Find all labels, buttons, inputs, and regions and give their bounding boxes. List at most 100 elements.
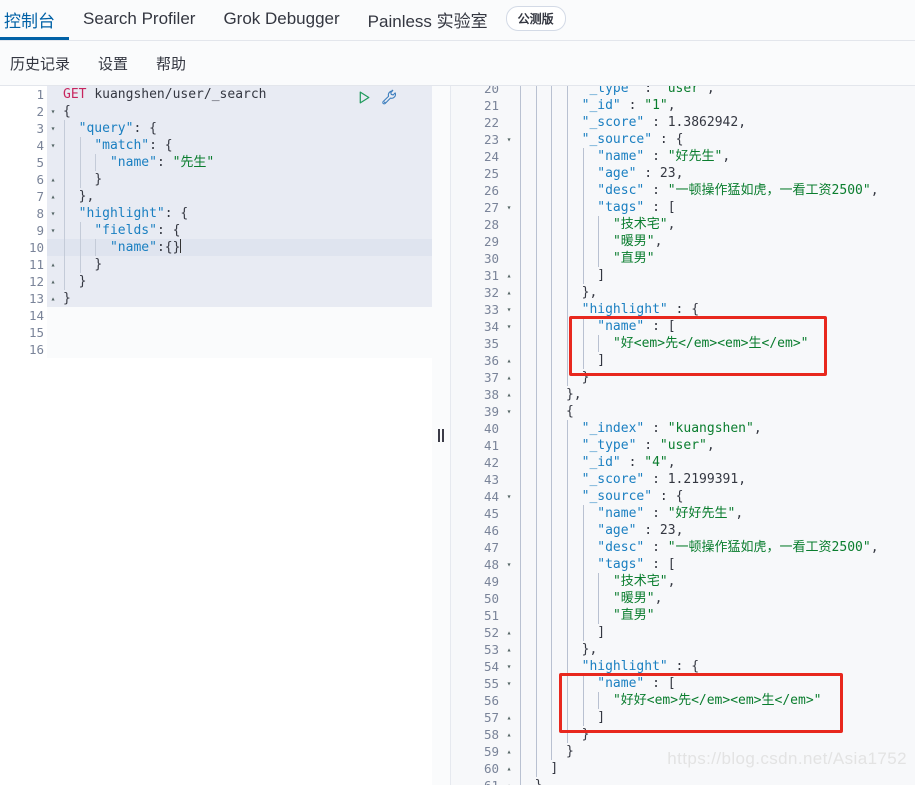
fold-toggle-icon-32[interactable]: ▴	[503, 284, 515, 301]
response-line-49[interactable]: 49 "技术宅",	[451, 573, 915, 590]
fold-toggle-icon-27[interactable]: ▾	[503, 199, 515, 216]
tab-painless-lab[interactable]: Painless 实验室	[354, 1, 502, 40]
play-icon[interactable]	[357, 90, 372, 105]
fold-toggle-icon-23[interactable]: ▾	[503, 131, 515, 148]
request-line-13[interactable]: 13 ▴}	[0, 290, 432, 307]
response-line-21[interactable]: 21 "_id" : "1",	[451, 97, 915, 114]
fold-toggle-icon-37[interactable]: ▴	[503, 369, 515, 386]
response-line-26[interactable]: 26 "desc" : "一顿操作猛如虎，一看工资2500",	[451, 182, 915, 199]
tab-grok-debugger[interactable]: Grok Debugger	[209, 1, 353, 40]
response-line-25[interactable]: 25 "age" : 23,	[451, 165, 915, 182]
fold-toggle-icon-61[interactable]: ▴	[503, 777, 515, 785]
response-line-32[interactable]: 32 ▴ },	[451, 284, 915, 301]
fold-toggle-icon-34[interactable]: ▾	[503, 318, 515, 335]
request-line-4[interactable]: 4 ▾ "match": {	[0, 137, 432, 154]
response-line-44[interactable]: 44 ▾ "_source" : {	[451, 488, 915, 505]
request-line-6[interactable]: 6 ▴ }	[0, 171, 432, 188]
request-line-3[interactable]: 3 ▾ "query": {	[0, 120, 432, 137]
request-pane[interactable]: 1 GET kuangshen/user/_search 2 ▾{3 ▾ "query"…	[0, 86, 432, 785]
response-line-57[interactable]: 57 ▴ ]	[451, 709, 915, 726]
request-line-11[interactable]: 11 ▴ }	[0, 256, 432, 273]
request-line-15[interactable]: 15	[0, 324, 432, 341]
request-line-10[interactable]: 10 "name":{}	[0, 239, 432, 256]
request-code-area[interactable]: 1 GET kuangshen/user/_search 2 ▾{3 ▾ "query"…	[0, 86, 432, 785]
request-line-7[interactable]: 7 ▴ },	[0, 188, 432, 205]
fold-toggle-icon-59[interactable]: ▴	[503, 743, 515, 760]
request-line-9[interactable]: 9 ▾ "fields": {	[0, 222, 432, 239]
subnav-item-settings[interactable]: 设置	[92, 49, 134, 78]
response-line-23[interactable]: 23 ▾ "_source" : {	[451, 131, 915, 148]
pane-splitter[interactable]	[432, 86, 451, 785]
fold-toggle-icon-54[interactable]: ▾	[503, 658, 515, 675]
response-line-47[interactable]: 47 "desc" : "一顿操作猛如虎，一看工资2500",	[451, 539, 915, 556]
fold-toggle-icon-58[interactable]: ▴	[503, 726, 515, 743]
fold-toggle-icon-48[interactable]: ▾	[503, 556, 515, 573]
fold-toggle-icon-12[interactable]: ▴	[47, 273, 59, 290]
response-line-51[interactable]: 51 "直男"	[451, 607, 915, 624]
response-line-28[interactable]: 28 "技术宅",	[451, 216, 915, 233]
tab-console[interactable]: 控制台	[0, 1, 69, 40]
fold-toggle-icon-6[interactable]: ▴	[47, 171, 59, 188]
response-line-22[interactable]: 22 "_score" : 1.3862942,	[451, 114, 915, 131]
request-line-5[interactable]: 5 "name": "先生"	[0, 154, 432, 171]
response-line-60[interactable]: 60 ▴ ]	[451, 760, 915, 777]
response-line-55[interactable]: 55 ▾ "name" : [	[451, 675, 915, 692]
response-line-48[interactable]: 48 ▾ "tags" : [	[451, 556, 915, 573]
response-line-54[interactable]: 54 ▾ "highlight" : {	[451, 658, 915, 675]
fold-toggle-icon-38[interactable]: ▴	[503, 386, 515, 403]
fold-toggle-icon-4[interactable]: ▾	[47, 137, 59, 154]
fold-toggle-icon-33[interactable]: ▾	[503, 301, 515, 318]
response-line-34[interactable]: 34 ▾ "name" : [	[451, 318, 915, 335]
response-line-24[interactable]: 24 "name" : "好先生",	[451, 148, 915, 165]
wrench-icon[interactable]	[381, 89, 398, 106]
request-line-8[interactable]: 8 ▾ "highlight": {	[0, 205, 432, 222]
fold-toggle-icon-53[interactable]: ▴	[503, 641, 515, 658]
request-line-16[interactable]: 16	[0, 341, 432, 358]
fold-toggle-icon-13[interactable]: ▴	[47, 290, 59, 307]
response-pane[interactable]: 20 "_type" : "user", 21 "_id" : "1", 22 "_…	[451, 86, 915, 785]
response-line-30[interactable]: 30 "直男"	[451, 250, 915, 267]
response-line-40[interactable]: 40 "_index" : "kuangshen",	[451, 420, 915, 437]
subnav-item-history[interactable]: 历史记录	[4, 49, 76, 78]
response-line-56[interactable]: 56 "好好<em>先</em><em>生</em>"	[451, 692, 915, 709]
response-line-46[interactable]: 46 "age" : 23,	[451, 522, 915, 539]
subnav-item-help[interactable]: 帮助	[150, 49, 192, 78]
response-line-39[interactable]: 39 ▾ {	[451, 403, 915, 420]
fold-toggle-icon-31[interactable]: ▴	[503, 267, 515, 284]
fold-toggle-icon-60[interactable]: ▴	[503, 760, 515, 777]
response-line-52[interactable]: 52 ▴ ]	[451, 624, 915, 641]
response-line-42[interactable]: 42 "_id" : "4",	[451, 454, 915, 471]
response-line-35[interactable]: 35 "好<em>先</em><em>生</em>"	[451, 335, 915, 352]
response-line-58[interactable]: 58 ▴ }	[451, 726, 915, 743]
response-line-20[interactable]: 20 "_type" : "user",	[451, 86, 915, 97]
fold-toggle-icon-52[interactable]: ▴	[503, 624, 515, 641]
response-line-53[interactable]: 53 ▴ },	[451, 641, 915, 658]
response-line-50[interactable]: 50 "暖男",	[451, 590, 915, 607]
request-line-12[interactable]: 12 ▴ }	[0, 273, 432, 290]
response-line-61[interactable]: 61▴ }	[451, 777, 915, 785]
response-line-33[interactable]: 33 ▾ "highlight" : {	[451, 301, 915, 318]
response-line-45[interactable]: 45 "name" : "好好先生",	[451, 505, 915, 522]
fold-toggle-icon-44[interactable]: ▾	[503, 488, 515, 505]
response-line-37[interactable]: 37 ▴ }	[451, 369, 915, 386]
fold-toggle-icon-3[interactable]: ▾	[47, 120, 59, 137]
tab-search-profiler[interactable]: Search Profiler	[69, 1, 209, 40]
fold-toggle-icon-11[interactable]: ▴	[47, 256, 59, 273]
response-line-59[interactable]: 59 ▴ }	[451, 743, 915, 760]
response-line-36[interactable]: 36 ▴ ]	[451, 352, 915, 369]
fold-toggle-icon-7[interactable]: ▴	[47, 188, 59, 205]
response-line-31[interactable]: 31 ▴ ]	[451, 267, 915, 284]
response-line-38[interactable]: 38 ▴ },	[451, 386, 915, 403]
response-line-29[interactable]: 29 "暖男",	[451, 233, 915, 250]
fold-toggle-icon-57[interactable]: ▴	[503, 709, 515, 726]
response-line-41[interactable]: 41 "_type" : "user",	[451, 437, 915, 454]
fold-toggle-icon-55[interactable]: ▾	[503, 675, 515, 692]
response-line-43[interactable]: 43 "_score" : 1.2199391,	[451, 471, 915, 488]
fold-toggle-icon-36[interactable]: ▴	[503, 352, 515, 369]
fold-toggle-icon-8[interactable]: ▾	[47, 205, 59, 222]
response-code-area[interactable]: 20 "_type" : "user", 21 "_id" : "1", 22 "_…	[451, 86, 915, 785]
fold-toggle-icon-9[interactable]: ▾	[47, 222, 59, 239]
fold-toggle-icon-39[interactable]: ▾	[503, 403, 515, 420]
fold-toggle-icon-2[interactable]: ▾	[47, 103, 59, 120]
request-line-14[interactable]: 14	[0, 307, 432, 324]
